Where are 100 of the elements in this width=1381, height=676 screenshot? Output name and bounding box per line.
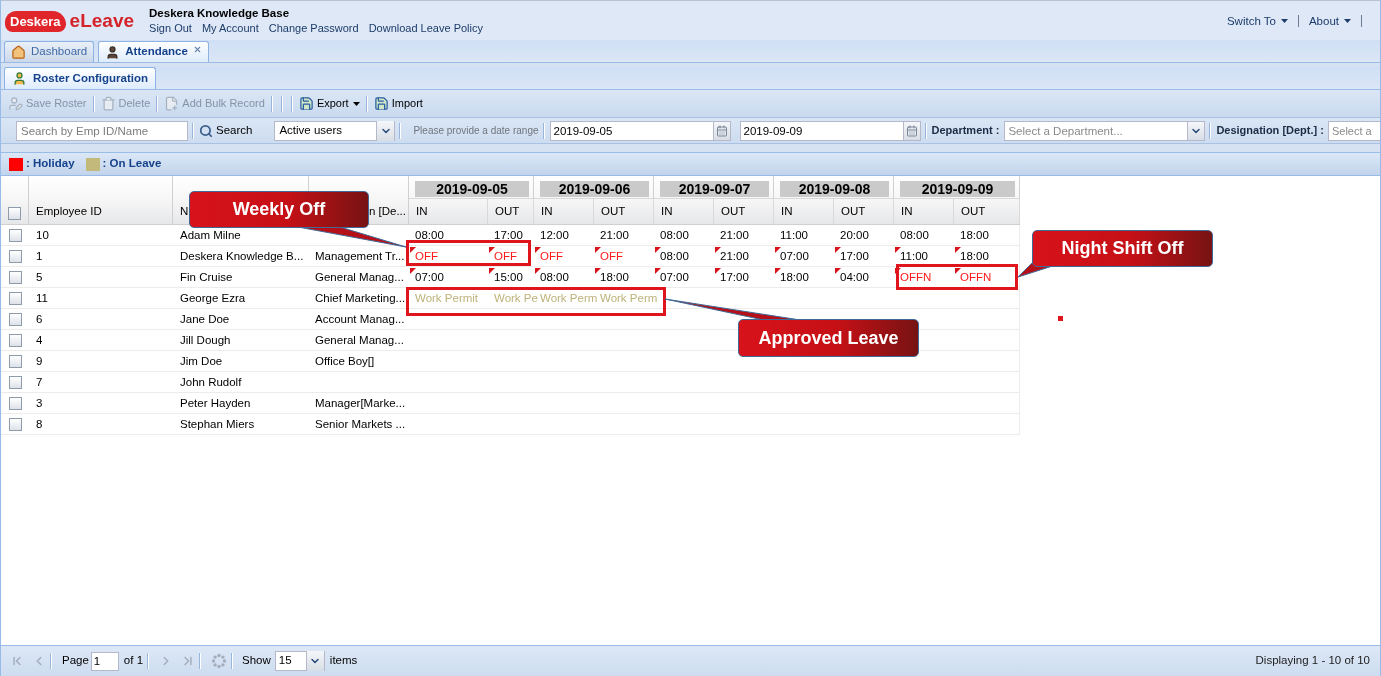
column-header[interactable]: Employee ID xyxy=(36,205,102,218)
legend-label: : On Leave xyxy=(102,156,162,172)
user-pencil-icon xyxy=(8,96,23,111)
shift-time: 12:00 xyxy=(540,228,569,242)
shift-time: 04:00 xyxy=(840,270,869,284)
day-off-label: OFF xyxy=(415,249,438,263)
employee-name: Peter Hayden xyxy=(180,396,251,410)
header-link[interactable]: Download Leave Policy xyxy=(368,21,483,35)
employee-name: Adam Milne xyxy=(180,228,241,242)
employee-name: John Rudolf xyxy=(180,375,242,389)
calendar-icon[interactable] xyxy=(715,124,728,137)
shift-time: 21:00 xyxy=(720,249,749,263)
date-field[interactable]: 2019-09-09 xyxy=(739,120,903,141)
row-checkbox[interactable] xyxy=(8,291,22,305)
shift-time: 18:00 xyxy=(600,270,629,284)
employee-name: Deskera Knowledge B... xyxy=(180,249,304,263)
shift-time: 18:00 xyxy=(960,249,989,263)
shift-time: 11:00 xyxy=(780,228,808,242)
shift-time: 08:00 xyxy=(660,228,689,242)
shift-time: 07:00 xyxy=(780,249,809,263)
date-field[interactable]: 2019-09-05 xyxy=(549,120,713,141)
employee-name: Stephan Miers xyxy=(180,417,255,431)
designation-select[interactable]: Select a xyxy=(1327,120,1380,141)
callout: Approved Leave xyxy=(738,319,919,357)
legend-label: : Holiday xyxy=(26,156,75,172)
search-button[interactable]: Search xyxy=(198,120,254,141)
employee-id: 7 xyxy=(36,375,43,389)
row-checkbox[interactable] xyxy=(8,228,22,242)
column-header[interactable]: IN xyxy=(661,202,673,221)
day-off-label: OFF xyxy=(600,249,623,263)
date-header: 2019-09-07 xyxy=(660,181,769,197)
export-button[interactable]: Export xyxy=(296,92,362,115)
sub-tab[interactable]: Roster Configuration xyxy=(4,67,156,89)
column-header[interactable]: OUT xyxy=(721,202,746,221)
close-icon[interactable] xyxy=(192,45,202,54)
leave-label: Work Permit xyxy=(415,291,479,305)
column-header[interactable]: IN xyxy=(901,202,913,221)
shift-time: 17:00 xyxy=(840,249,869,263)
row-checkbox[interactable] xyxy=(8,270,22,284)
row-checkbox[interactable] xyxy=(8,207,21,220)
row-checkbox[interactable] xyxy=(8,396,22,410)
file-plus-icon xyxy=(164,96,180,111)
day-off-label: OFFN xyxy=(960,270,992,284)
callout: Night Shift Off xyxy=(1032,230,1213,267)
row-checkbox[interactable] xyxy=(8,312,22,326)
header-link[interactable]: Change Password xyxy=(268,21,359,35)
employee-id: 6 xyxy=(36,312,43,326)
employee-name: Fin Cruise xyxy=(180,270,233,284)
date-header: 2019-09-08 xyxy=(780,181,889,197)
about-menu[interactable]: About xyxy=(1307,14,1352,28)
employee-name: George Ezra xyxy=(180,291,246,305)
shift-time: 21:00 xyxy=(600,228,629,242)
status-select[interactable]: Active users xyxy=(274,120,396,141)
designation-label: Designation [Dept.] : xyxy=(1216,123,1324,139)
search-field[interactable]: Search by Emp ID/Name xyxy=(16,120,188,141)
department-select[interactable]: Select a Department... xyxy=(1004,120,1188,141)
header-link[interactable]: Sign Out xyxy=(149,21,192,35)
paging-summary: Displaying 1 - 10 of 10 xyxy=(1255,653,1370,669)
callout: Weekly Off xyxy=(189,191,369,228)
shift-time: 17:00 xyxy=(720,270,749,284)
switch-to-menu[interactable]: Switch To xyxy=(1225,14,1289,28)
column-header[interactable]: IN xyxy=(781,202,793,221)
row-checkbox[interactable] xyxy=(8,354,22,368)
shift-time: 11:00 xyxy=(900,249,928,263)
column-header[interactable]: n [De... xyxy=(368,205,406,218)
square-mark-icon xyxy=(1058,316,1063,321)
leave-label: Work Perm xyxy=(540,291,598,305)
row-checkbox[interactable] xyxy=(8,375,22,389)
product-name: eLeave xyxy=(69,10,135,32)
shift-time: 08:00 xyxy=(660,249,689,263)
column-header[interactable]: IN xyxy=(416,202,428,221)
designation: General Manag... xyxy=(315,270,404,284)
column-header[interactable]: IN xyxy=(541,202,553,221)
employee-id: 3 xyxy=(36,396,43,410)
row-checkbox[interactable] xyxy=(8,249,22,263)
column-header[interactable]: OUT xyxy=(601,202,626,221)
items-label: items xyxy=(329,653,358,669)
page-field[interactable]: 1 xyxy=(90,651,119,671)
row-checkbox[interactable] xyxy=(8,333,22,347)
person-icon xyxy=(105,44,121,60)
page-count: of 1 xyxy=(123,653,144,669)
main-tab[interactable]: Attendance xyxy=(98,41,209,62)
page-label: Page xyxy=(62,653,89,669)
column-header[interactable]: N xyxy=(180,205,189,218)
house-icon xyxy=(11,44,26,60)
row-checkbox[interactable] xyxy=(8,417,22,431)
day-off-label: OFF xyxy=(494,249,517,263)
designation: Office Boy[] xyxy=(315,354,375,368)
calendar-icon[interactable] xyxy=(905,124,918,137)
column-header[interactable]: OUT xyxy=(961,202,986,221)
day-off-label: OFFN xyxy=(900,270,932,284)
page-size-select[interactable]: 15 xyxy=(274,651,325,671)
column-header[interactable]: OUT xyxy=(495,202,520,221)
main-tab[interactable]: Dashboard xyxy=(4,41,95,62)
brand-logo: Deskera xyxy=(5,10,66,32)
caret-icon xyxy=(1344,19,1351,23)
header-link[interactable]: My Account xyxy=(201,21,259,35)
column-header[interactable]: OUT xyxy=(841,202,866,221)
import-button[interactable]: Import xyxy=(371,92,425,115)
date-header: 2019-09-05 xyxy=(415,181,529,197)
